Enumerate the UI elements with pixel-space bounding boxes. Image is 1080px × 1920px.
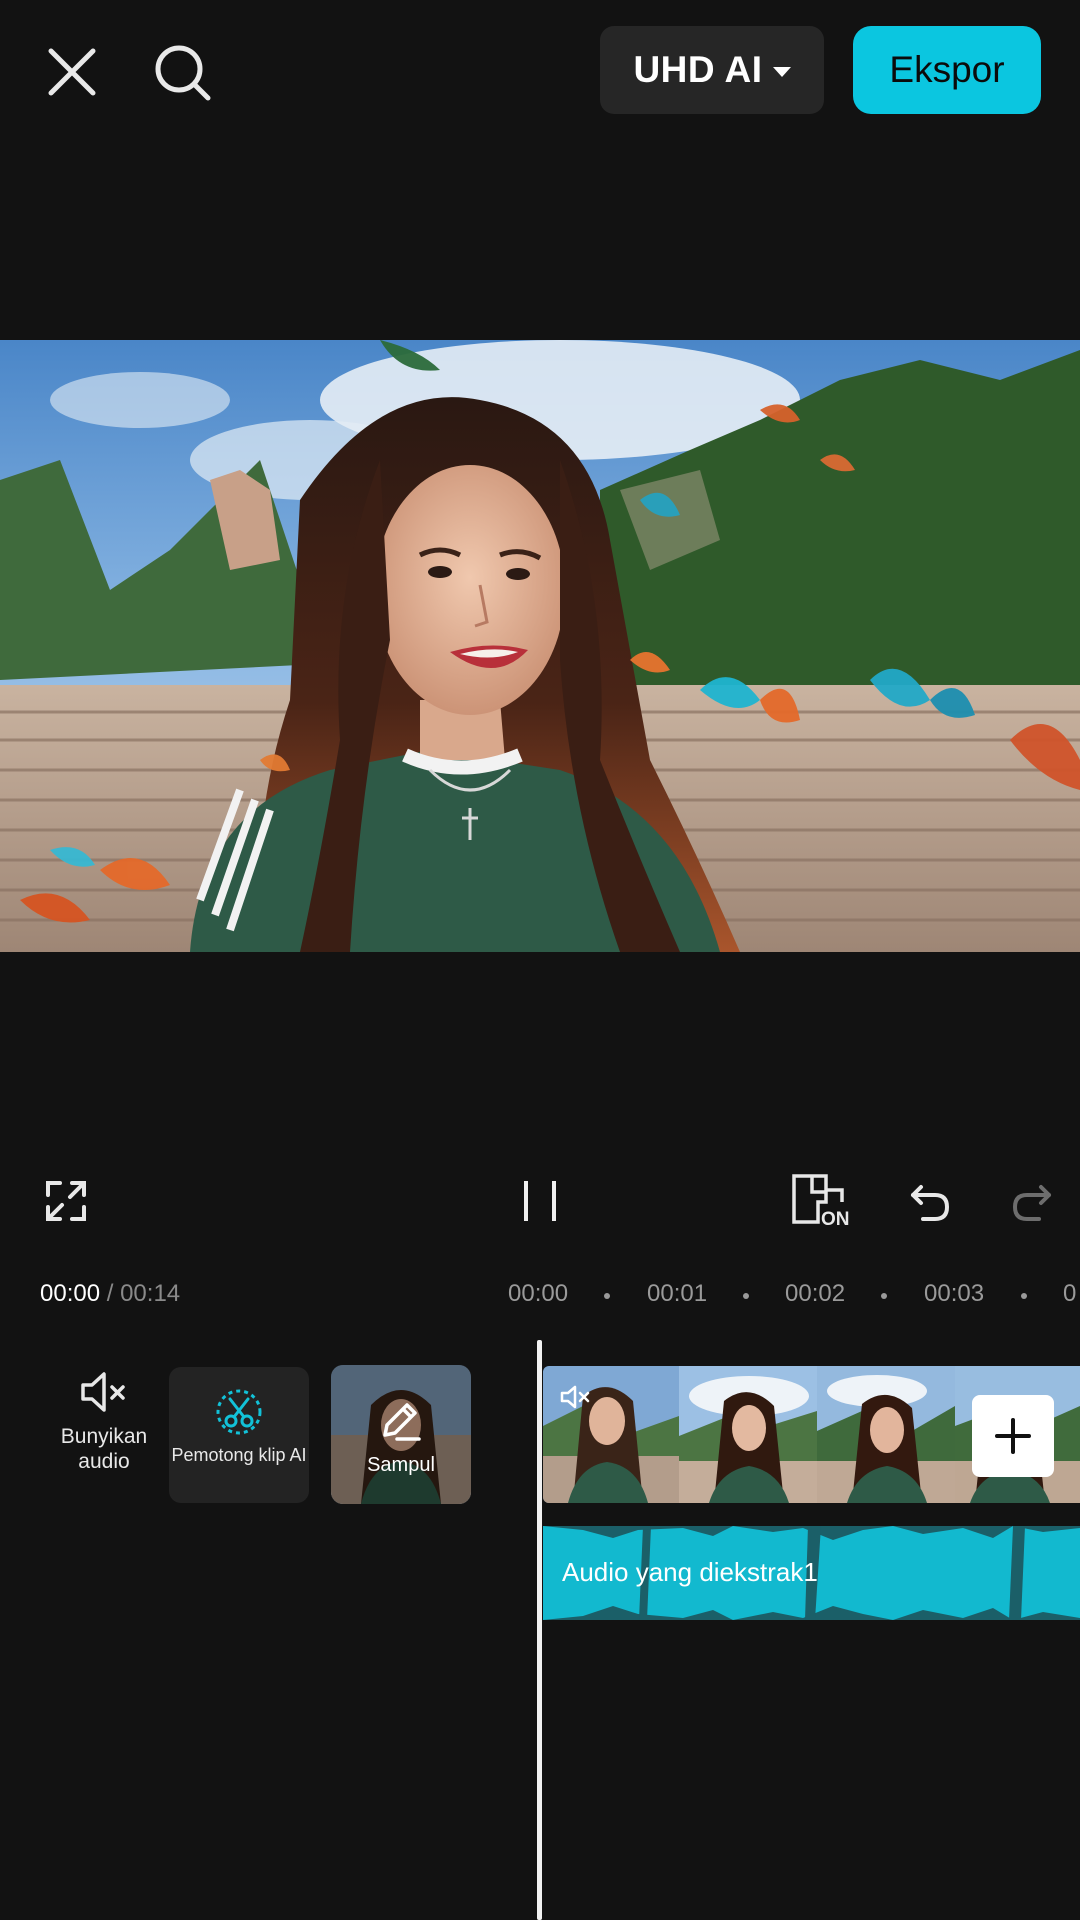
time-separator: /	[106, 1280, 114, 1307]
export-button[interactable]: Ekspor	[853, 26, 1041, 114]
ruler-dot	[1021, 1293, 1027, 1299]
fullscreen-button[interactable]	[40, 1170, 92, 1232]
speaker-muted-icon	[81, 1372, 125, 1412]
ai-scissors-icon	[216, 1389, 262, 1435]
ruler-tick: 0	[1063, 1280, 1077, 1307]
ai-clip-cutter-button[interactable]: Pemotong klip AI	[169, 1367, 309, 1503]
caret-down-icon	[772, 67, 791, 77]
close-icon	[48, 48, 96, 96]
playhead[interactable]	[537, 1340, 542, 1920]
quality-label: UHD AI	[633, 49, 763, 90]
keyframe-badge: ON	[821, 1209, 850, 1230]
search-button[interactable]	[148, 38, 218, 108]
video-thumbnail	[817, 1366, 955, 1503]
ruler-dot	[743, 1293, 749, 1299]
cover-label: Sampul	[367, 1454, 435, 1476]
plus-icon	[995, 1418, 1031, 1454]
audio-track-label: Audio yang diekstrak1	[562, 1557, 818, 1587]
cover-button[interactable]: Sampul	[331, 1365, 471, 1504]
ruler-dot	[881, 1293, 887, 1299]
fullscreen-icon	[46, 1181, 86, 1221]
ruler-dot	[604, 1293, 610, 1299]
search-icon	[155, 45, 211, 101]
ruler-tick: 00:01	[647, 1280, 708, 1307]
video-frame	[0, 340, 1080, 952]
undo-icon	[911, 1185, 950, 1221]
keyframe-toggle-button[interactable]: ON	[788, 1170, 854, 1232]
ruler-tick: 00:02	[785, 1280, 846, 1307]
time-ruler[interactable]: 00:00 00:01 00:02 00:03 0	[508, 1280, 1080, 1312]
current-time: 00:00	[40, 1280, 101, 1307]
ai-clip-cutter-label: Pemotong klip AI	[171, 1445, 307, 1465]
keyframe-toggle-icon: ON	[792, 1174, 850, 1230]
quality-selector[interactable]: UHD AI	[600, 26, 824, 114]
video-preview[interactable]	[0, 340, 1080, 952]
video-thumbnail	[679, 1366, 817, 1503]
close-button[interactable]	[40, 40, 104, 104]
unmute-audio-button[interactable]: Bunyikan audio	[52, 1370, 156, 1506]
redo-icon	[1012, 1185, 1051, 1221]
track-muted-icon	[560, 1384, 592, 1415]
ruler-tick: 00:00	[508, 1280, 569, 1307]
redo-button[interactable]	[1010, 1170, 1054, 1232]
ruler-tick: 00:03	[924, 1280, 985, 1307]
undo-button[interactable]	[908, 1170, 952, 1232]
pause-icon	[524, 1181, 556, 1221]
total-duration: 00:14	[120, 1280, 181, 1307]
top-bar: UHD AI Ekspor	[0, 0, 1080, 150]
timecode: 00:00 / 00:14	[40, 1280, 180, 1308]
pause-button[interactable]	[515, 1170, 565, 1232]
add-clip-button[interactable]	[972, 1395, 1054, 1477]
unmute-audio-label: Bunyikan audio	[60, 1425, 148, 1473]
export-label: Ekspor	[889, 49, 1005, 90]
pencil-icon	[383, 1403, 421, 1441]
